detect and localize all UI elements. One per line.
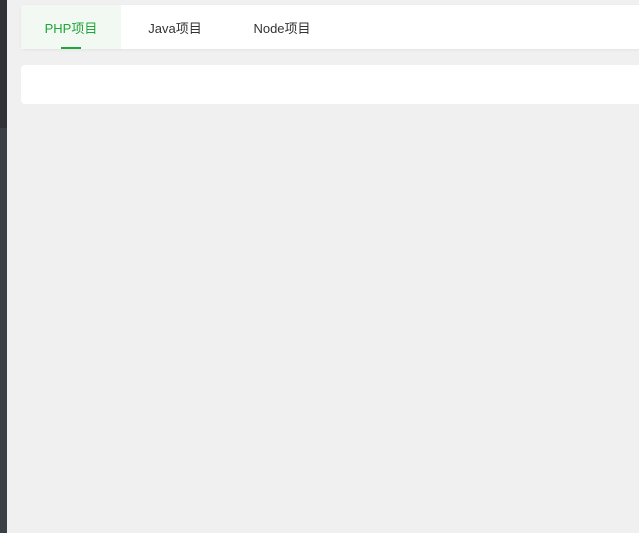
tab-java-projects-label: Java项目: [148, 20, 202, 36]
tab-java-projects[interactable]: Java项目: [121, 5, 229, 49]
project-tab-bar: PHP项目 Java项目 Node项目: [21, 5, 639, 49]
content-panel: [21, 65, 639, 104]
tab-node-projects-label: Node项目: [253, 20, 311, 36]
main-page: PHP项目 Java项目 Node项目: [7, 0, 639, 533]
tab-php-projects[interactable]: PHP项目: [21, 5, 121, 49]
sidebar-edge-top: [0, 0, 7, 128]
active-tab-indicator: [61, 47, 81, 49]
tab-node-projects[interactable]: Node项目: [229, 5, 335, 49]
tab-php-projects-label: PHP项目: [44, 20, 98, 36]
sidebar-edge: [0, 0, 7, 533]
